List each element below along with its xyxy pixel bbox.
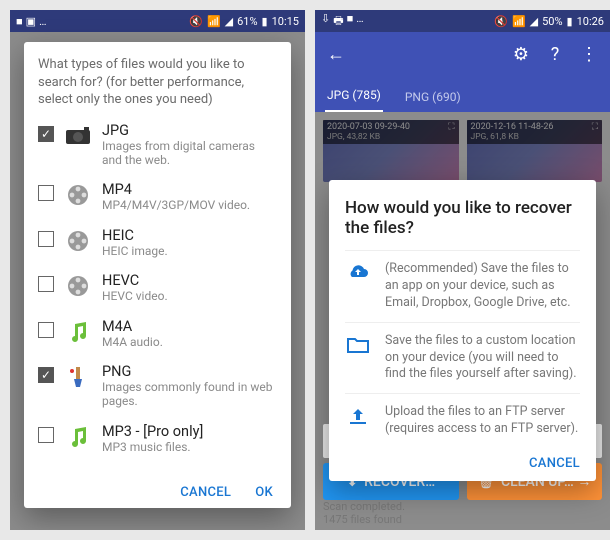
file-type-title: JPG: [102, 122, 277, 139]
file-type-desc: HEIC image.: [102, 244, 277, 258]
option-desc: (Recommended) Save the files to an app o…: [385, 261, 580, 312]
option-desc: Save the files to a custom location on y…: [385, 333, 580, 384]
more-icon: …: [39, 15, 46, 28]
battery-icon: ▮: [262, 15, 268, 28]
file-type-desc: MP3 music files.: [102, 440, 277, 454]
cancel-button[interactable]: CANCEL: [180, 485, 231, 500]
clock: 10:15: [272, 15, 299, 28]
dialog-title: How would you like to recover the files?: [345, 198, 580, 238]
mute-icon: 🔇: [189, 15, 203, 28]
option-desc: Upload the files to an FTP server (requi…: [385, 404, 580, 438]
checkbox-heic[interactable]: [38, 231, 54, 247]
checkbox-m4a[interactable]: [38, 322, 54, 338]
file-type-title: PNG: [102, 363, 277, 380]
dialog-actions: CANCEL OK: [38, 479, 277, 500]
file-type-desc: Images from digital cameras and the web.: [102, 139, 277, 168]
cloud-upload-icon: [345, 261, 371, 312]
screen-left: ■ ▣ … 🔇 📶 ◢ 61% ▮ 10:15 What types of fi…: [10, 10, 305, 530]
scan-status: Scan completed. 1475 files found: [323, 500, 405, 526]
music-note-icon: [64, 425, 92, 449]
paintbrush-icon: [64, 365, 92, 389]
signal-icon: ◢: [225, 15, 233, 28]
music-note-icon: [64, 320, 92, 344]
file-type-desc: MP4/M4V/3GP/MOV video.: [102, 198, 277, 212]
file-type-mp4[interactable]: MP4 MP4/M4V/3GP/MOV video.: [38, 174, 277, 219]
checkbox-hevc[interactable]: [38, 276, 54, 292]
recover-option-folder[interactable]: Save the files to a custom location on y…: [345, 322, 580, 394]
dialog-prompt: What types of files would you like to se…: [38, 56, 277, 109]
tabs: JPG (785) PNG (690): [315, 76, 610, 112]
recover-option-cloud[interactable]: (Recommended) Save the files to an app o…: [345, 250, 580, 322]
file-type-heic[interactable]: HEIC HEIC image.: [38, 220, 277, 265]
camera-icon: ■: [347, 12, 354, 31]
recover-option-ftp[interactable]: Upload the files to an FTP server (requi…: [345, 393, 580, 448]
scan-line2: 1475 files found: [323, 513, 405, 526]
file-type-title: HEVC: [102, 272, 277, 289]
film-reel-icon: [64, 229, 92, 253]
file-type-jpg[interactable]: ✓ JPG Images from digital cameras and th…: [38, 115, 277, 175]
tab-png[interactable]: PNG (690): [403, 90, 463, 112]
checkbox-png[interactable]: ✓: [38, 367, 54, 383]
cancel-button[interactable]: CANCEL: [529, 456, 580, 471]
back-icon[interactable]: ←: [325, 43, 347, 65]
overflow-icon[interactable]: ⋮: [578, 43, 600, 65]
checkbox-mp3[interactable]: [38, 427, 54, 443]
gear-icon[interactable]: ⚙: [510, 43, 532, 65]
battery-icon: ▮: [567, 15, 573, 28]
file-type-title: HEIC: [102, 227, 277, 244]
checkbox-jpg[interactable]: ✓: [38, 126, 54, 142]
file-type-desc: Images commonly found in web pages.: [102, 380, 277, 409]
tab-jpg[interactable]: JPG (785): [325, 88, 383, 112]
download-icon: ⇩: [321, 12, 330, 31]
battery-text: 61%: [237, 15, 257, 28]
mute-icon: 🔇: [494, 15, 508, 28]
toolbar: ← ⚙ ? ⋮: [315, 32, 610, 76]
help-icon[interactable]: ?: [544, 43, 566, 65]
camera-file-icon: [64, 124, 92, 148]
signal-icon: ◢: [530, 15, 538, 28]
file-type-title: M4A: [102, 318, 277, 335]
wifi-icon: 📶: [512, 15, 526, 28]
file-type-title: MP3 - [Pro only]: [102, 423, 277, 440]
clock: 10:26: [577, 15, 604, 28]
scan-line1: Scan completed.: [323, 500, 405, 513]
printer-icon: 🖶: [333, 12, 343, 31]
file-type-png[interactable]: ✓ PNG Images commonly found in web pages…: [38, 356, 277, 416]
battery-text: 50%: [542, 15, 562, 28]
file-type-mp3[interactable]: MP3 - [Pro only] MP3 music files.: [38, 416, 277, 461]
recover-dialog: How would you like to recover the files?…: [329, 180, 596, 481]
checkbox-mp4[interactable]: [38, 185, 54, 201]
wifi-icon: 📶: [207, 15, 221, 28]
folder-icon: [345, 333, 371, 384]
file-type-title: MP4: [102, 181, 277, 198]
film-reel-icon: [64, 183, 92, 207]
camera-icon: ■: [16, 15, 23, 28]
more-icon: …: [356, 12, 363, 31]
dialog-actions: CANCEL: [345, 448, 580, 471]
file-types-dialog: What types of files would you like to se…: [24, 42, 291, 508]
status-bar: ⇩ 🖶 ■ … 🔇 📶 ◢ 50% ▮ 10:26: [315, 10, 610, 32]
gallery-icon: ▣: [26, 15, 36, 28]
file-type-desc: HEVC video.: [102, 289, 277, 303]
file-type-m4a[interactable]: M4A M4A audio.: [38, 311, 277, 356]
file-type-desc: M4A audio.: [102, 335, 277, 349]
film-reel-icon: [64, 274, 92, 298]
screen-right: ⇩ 🖶 ■ … 🔇 📶 ◢ 50% ▮ 10:26 ← ⚙ ? ⋮ JPG (7…: [315, 10, 610, 530]
ok-button[interactable]: OK: [255, 485, 273, 500]
file-type-hevc[interactable]: HEVC HEVC video.: [38, 265, 277, 310]
file-type-list: ✓ JPG Images from digital cameras and th…: [38, 115, 277, 479]
status-bar: ■ ▣ … 🔇 📶 ◢ 61% ▮ 10:15: [10, 10, 305, 32]
upload-icon: [345, 404, 371, 438]
